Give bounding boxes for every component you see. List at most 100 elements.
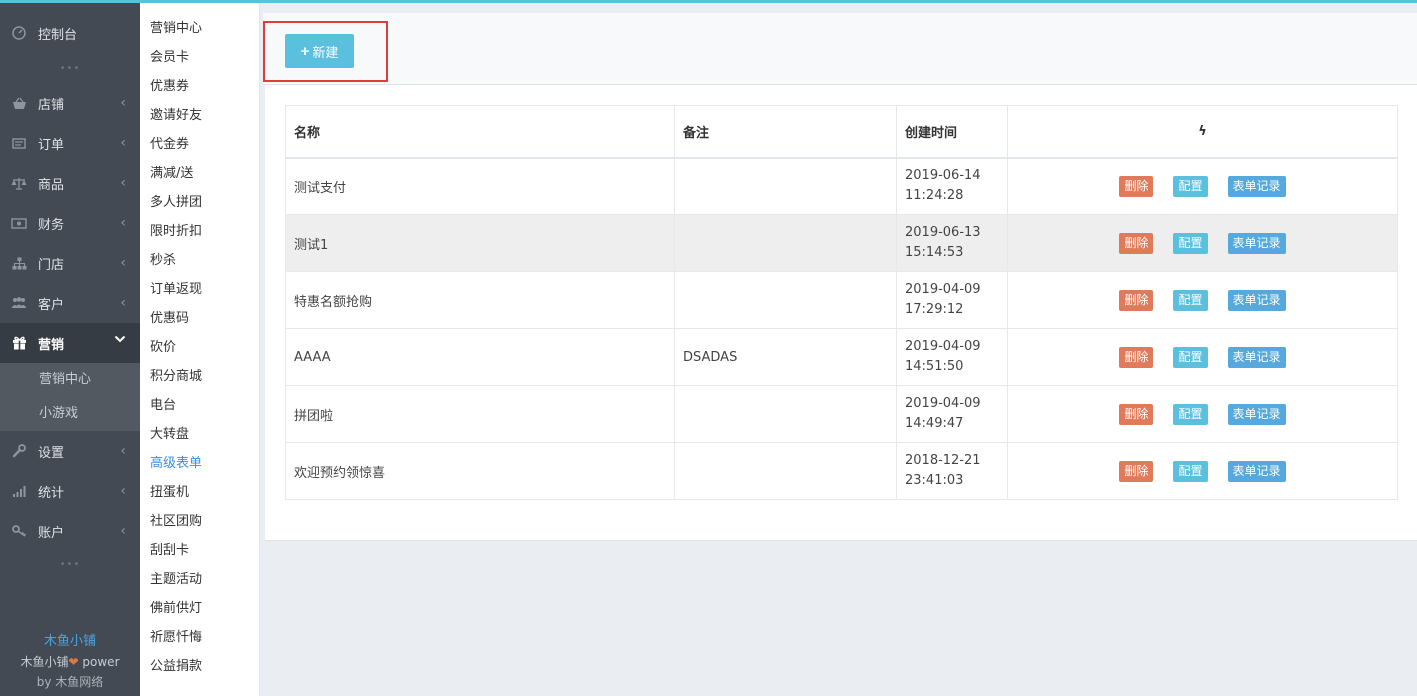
- table-row: 测试1 2019-06-13 15:14:53 删除 配置 表单记录: [285, 214, 1398, 272]
- new-button-label: 新建: [312, 44, 339, 60]
- cell-note: [674, 214, 897, 272]
- menu-item-coupons[interactable]: 优惠券: [140, 72, 259, 101]
- sidebar-item-label: 门店: [38, 257, 65, 273]
- menu-item-bargain[interactable]: 砍价: [140, 333, 259, 362]
- config-button[interactable]: 配置: [1173, 175, 1208, 197]
- chevron-left-icon: ‹: [120, 175, 126, 191]
- sidebar-item-finance[interactable]: 财务 ‹: [0, 203, 140, 243]
- sidebar-item-shop[interactable]: 店铺 ‹: [0, 83, 140, 123]
- chevron-left-icon: ‹: [120, 215, 126, 231]
- chevron-left-icon: ‹: [120, 443, 126, 459]
- menu-item-gashapon[interactable]: 扭蛋机: [140, 478, 259, 507]
- menu-item-buddha-lamp[interactable]: 佛前供灯: [140, 594, 259, 623]
- menu-item-marketing-center[interactable]: 营销中心: [140, 14, 259, 43]
- created-time: 15:14:53: [905, 245, 964, 260]
- menu-item-group-buy[interactable]: 多人拼团: [140, 188, 259, 217]
- sidebar-subitem-mini-games[interactable]: 小游戏: [0, 397, 140, 431]
- chevron-left-icon: ‹: [120, 95, 126, 111]
- delete-button[interactable]: 删除: [1119, 346, 1154, 368]
- sidebar-item-statistics[interactable]: 统计 ‹: [0, 471, 140, 511]
- footer-power-prefix: 木鱼小铺: [20, 655, 69, 669]
- menu-item-flash-discount[interactable]: 限时折扣: [140, 217, 259, 246]
- sidebar-item-settings[interactable]: 设置 ‹: [0, 431, 140, 471]
- created-time: 14:49:47: [905, 416, 964, 431]
- menu-item-theme-activity[interactable]: 主题活动: [140, 565, 259, 594]
- menu-item-member-card[interactable]: 会员卡: [140, 43, 259, 72]
- sidebar-item-label: 账户: [38, 525, 65, 541]
- sidebar-item-products[interactable]: 商品 ‹: [0, 163, 140, 203]
- menu-item-invite-friends[interactable]: 邀请好友: [140, 101, 259, 130]
- menu-item-promo-code[interactable]: 优惠码: [140, 304, 259, 333]
- new-button[interactable]: + 新建: [285, 34, 354, 68]
- menu-item-vouchers[interactable]: 代金券: [140, 130, 259, 159]
- sidebar-item-orders[interactable]: 订单 ‹: [0, 123, 140, 163]
- delete-button[interactable]: 删除: [1119, 232, 1154, 254]
- sidebar-item-label: 设置: [38, 445, 65, 461]
- footer-power-suffix: power: [82, 655, 120, 669]
- form-records-button[interactable]: 表单记录: [1227, 289, 1286, 311]
- money-icon: [11, 215, 27, 231]
- footer-brand[interactable]: 木鱼小铺: [0, 632, 140, 652]
- cell-name: 拼团啦: [285, 385, 675, 443]
- table-row: AAAA DSADAS 2019-04-09 14:51:50 删除 配置 表单记录: [285, 328, 1398, 386]
- form-records-button[interactable]: 表单记录: [1227, 403, 1286, 425]
- cell-actions: 删除 配置 表单记录: [1007, 157, 1398, 215]
- table-row: 测试支付 2019-06-14 11:24:28 删除 配置 表单记录: [285, 157, 1398, 215]
- sidebar-item-account[interactable]: 账户 ‹: [0, 511, 140, 551]
- created-date: 2019-06-14: [905, 168, 981, 184]
- sidebar-item-label: 财务: [38, 217, 65, 233]
- cell-name: 欢迎预约领惊喜: [285, 442, 675, 500]
- sidebar-item-label: 店铺: [38, 97, 65, 113]
- sidebar-item-marketing[interactable]: 营销: [0, 323, 140, 363]
- form-records-button[interactable]: 表单记录: [1227, 175, 1286, 197]
- delete-button[interactable]: 删除: [1119, 289, 1154, 311]
- column-header-name: 名称: [285, 105, 675, 159]
- cell-note: DSADAS: [674, 328, 897, 386]
- form-records-button[interactable]: 表单记录: [1227, 460, 1286, 482]
- order-icon: [11, 135, 27, 151]
- sidebar-item-dashboard[interactable]: 控制台: [0, 3, 140, 63]
- menu-item-points-mall[interactable]: 积分商城: [140, 362, 259, 391]
- sidebar-subitem-marketing-center[interactable]: 营销中心: [0, 363, 140, 397]
- signal-icon: [11, 483, 27, 499]
- menu-item-prayer[interactable]: 祈愿忏悔: [140, 623, 259, 652]
- gift-icon: [11, 335, 27, 351]
- cell-name: AAAA: [285, 328, 675, 386]
- form-records-button[interactable]: 表单记录: [1227, 346, 1286, 368]
- chevron-left-icon: ‹: [120, 135, 126, 151]
- menu-item-order-cashback[interactable]: 订单返现: [140, 275, 259, 304]
- chevron-left-icon: ‹: [120, 483, 126, 499]
- key-icon: [11, 523, 27, 539]
- config-button[interactable]: 配置: [1173, 346, 1208, 368]
- column-header-actions: ϟ: [1007, 105, 1398, 159]
- created-date: 2019-04-09: [905, 396, 981, 411]
- forms-table: 名称 备注 创建时间 ϟ 测试支付 2019-06-14 11:24:28 删除 配置表…: [285, 105, 1398, 500]
- delete-button[interactable]: 删除: [1119, 460, 1154, 482]
- delete-button[interactable]: 删除: [1119, 175, 1154, 197]
- footer-power: 木鱼小铺❤ power: [0, 652, 140, 672]
- menu-item-wheel[interactable]: 大转盘: [140, 420, 259, 449]
- cell-created: 2019-04-09 17:29:12: [896, 271, 1008, 329]
- menu-item-charity[interactable]: 公益捐款: [140, 652, 259, 681]
- menu-item-scratch-card[interactable]: 刮刮卡: [140, 536, 259, 565]
- config-button[interactable]: 配置: [1173, 460, 1208, 482]
- created-date: 2018-12-21: [905, 453, 981, 468]
- menu-item-seckill[interactable]: 秒杀: [140, 246, 259, 275]
- menu-item-community-group[interactable]: 社区团购: [140, 507, 259, 536]
- menu-item-advanced-form[interactable]: 高级表单: [140, 449, 259, 478]
- config-button[interactable]: 配置: [1173, 289, 1208, 311]
- delete-button[interactable]: 删除: [1119, 403, 1154, 425]
- dashboard-icon: [11, 25, 27, 41]
- form-records-button[interactable]: 表单记录: [1227, 232, 1286, 254]
- menu-item-discount-gift[interactable]: 满减/送: [140, 159, 259, 188]
- config-button[interactable]: 配置: [1173, 403, 1208, 425]
- sidebar-item-label: 统计: [38, 485, 65, 501]
- sidebar-item-customers[interactable]: 客户 ‹: [0, 283, 140, 323]
- config-button[interactable]: 配置: [1173, 232, 1208, 254]
- shop-basket-icon: [11, 95, 27, 111]
- menu-item-radio[interactable]: 电台: [140, 391, 259, 420]
- wrench-icon: [11, 443, 27, 459]
- chevron-down-icon: [114, 333, 126, 349]
- lightning-icon: ϟ: [1198, 123, 1207, 139]
- sidebar-item-stores[interactable]: 门店 ‹: [0, 243, 140, 283]
